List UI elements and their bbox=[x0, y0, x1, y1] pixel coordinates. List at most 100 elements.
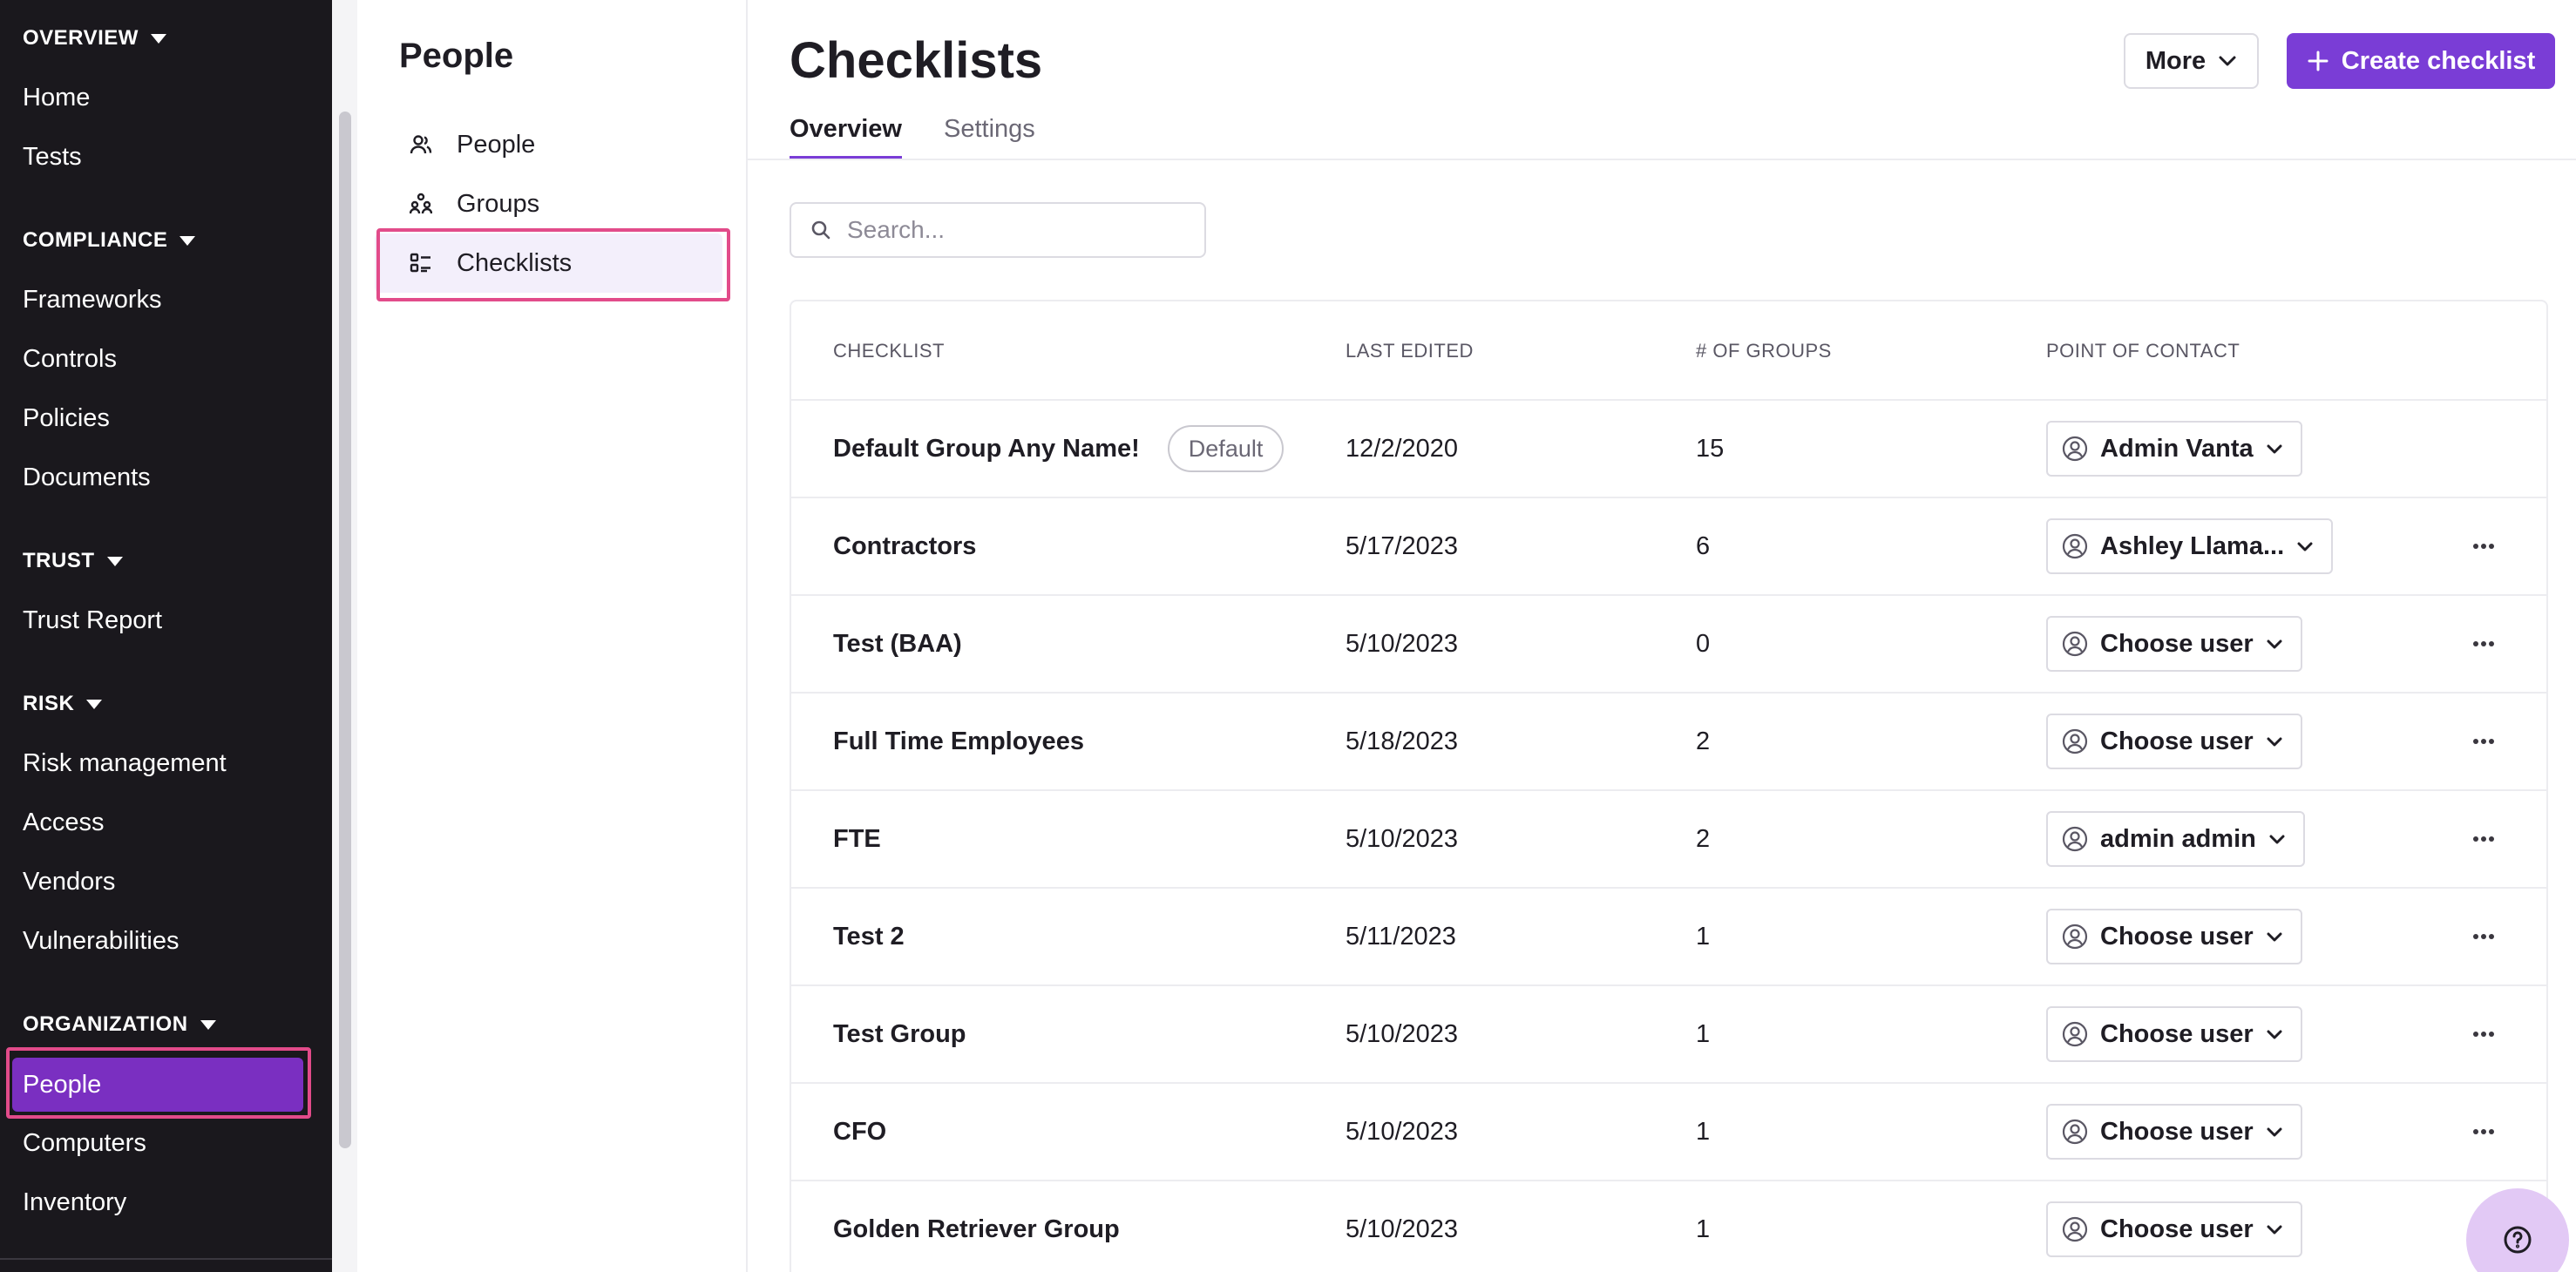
user-avatar-icon bbox=[2062, 631, 2088, 657]
sidebar-item-risk-management[interactable]: Risk management bbox=[23, 746, 227, 781]
group-count-cell: 15 bbox=[1696, 434, 1725, 463]
chevron-down-icon bbox=[2267, 1225, 2282, 1235]
group-count-cell: 1 bbox=[1696, 1214, 1711, 1243]
sidebar-item-access[interactable]: Access bbox=[23, 805, 104, 840]
table-row[interactable]: Full Time Employees 5/18/2023 2 Choose us… bbox=[791, 694, 2546, 791]
checklist-icon bbox=[408, 250, 434, 276]
search-field[interactable]: Search... bbox=[790, 202, 1206, 258]
checklist-name-cell[interactable]: Default Group Any Name! Default bbox=[833, 401, 1285, 497]
sidebar-item-inventory[interactable]: Inventory bbox=[23, 1185, 126, 1220]
point-of-contact-select[interactable]: Admin Vanta bbox=[2046, 421, 2302, 477]
point-of-contact-value: Choose user bbox=[2100, 727, 2254, 755]
subnav-item-checklists[interactable]: Checklists bbox=[375, 233, 722, 293]
table-row[interactable]: Default Group Any Name! Default 12/2/2020 … bbox=[791, 401, 2546, 498]
plus-icon bbox=[2308, 51, 2329, 71]
default-badge: Default bbox=[1167, 425, 1285, 472]
table-row[interactable]: Test Group 5/10/2023 1 Choose user bbox=[791, 986, 2546, 1084]
table-row[interactable]: Test 2 5/11/2023 1 Choose user bbox=[791, 889, 2546, 986]
sidebar-item-vulnerabilities[interactable]: Vulnerabilities bbox=[23, 924, 179, 958]
sidebar-section-overview[interactable]: OVERVIEW bbox=[23, 26, 166, 51]
sidebar-item-trust-report[interactable]: Trust Report bbox=[23, 603, 162, 638]
row-more-options-icon[interactable] bbox=[2457, 498, 2510, 594]
point-of-contact-select[interactable]: Choose user bbox=[2046, 909, 2302, 964]
table-row[interactable]: FTE 5/10/2023 2 admin admin bbox=[791, 791, 2546, 889]
sidebar-item-controls[interactable]: Controls bbox=[23, 342, 117, 376]
point-of-contact-select[interactable]: Choose user bbox=[2046, 1006, 2302, 1062]
sidebar-item-policies[interactable]: Policies bbox=[23, 401, 110, 436]
table-row[interactable]: CFO 5/10/2023 1 Choose user bbox=[791, 1084, 2546, 1181]
group-count-cell: 0 bbox=[1696, 629, 1711, 658]
row-more-options-icon[interactable] bbox=[2457, 986, 2510, 1082]
more-button[interactable]: More bbox=[2124, 33, 2259, 89]
point-of-contact-value: Choose user bbox=[2100, 1117, 2254, 1146]
sidebar-section-trust[interactable]: TRUST bbox=[23, 549, 123, 573]
checklist-name-cell[interactable]: Test (BAA) bbox=[833, 596, 962, 692]
last-edited-cell: 5/10/2023 bbox=[1346, 824, 1459, 853]
table-body: Default Group Any Name! Default 12/2/2020 … bbox=[791, 401, 2546, 1272]
sidebar-item-people[interactable]: People bbox=[12, 1058, 303, 1112]
subnav-title: People bbox=[399, 37, 514, 75]
table-row[interactable]: Test (BAA) 5/10/2023 0 Choose user bbox=[791, 596, 2546, 694]
sidebar-section-compliance[interactable]: COMPLIANCE bbox=[23, 228, 196, 253]
row-more-options-icon[interactable] bbox=[2457, 694, 2510, 789]
column-header-checklist[interactable]: CHECKLIST bbox=[833, 340, 945, 362]
user-avatar-icon bbox=[2062, 1216, 2088, 1242]
sidebar-item-tests[interactable]: Tests bbox=[23, 139, 82, 174]
search-icon bbox=[811, 220, 830, 240]
checklist-name-cell[interactable]: Test Group bbox=[833, 986, 966, 1082]
checklist-name-cell[interactable]: Golden Retriever Group bbox=[833, 1181, 1120, 1272]
sidebar-section-label: COMPLIANCE bbox=[23, 228, 168, 252]
sidebar-item-documents[interactable]: Documents bbox=[23, 460, 151, 495]
row-more-options-icon[interactable] bbox=[2457, 791, 2510, 887]
row-more-options-icon[interactable] bbox=[2457, 1084, 2510, 1180]
checklist-name-cell[interactable]: Test 2 bbox=[833, 889, 905, 984]
group-count-cell: 1 bbox=[1696, 922, 1711, 951]
checklist-name: CFO bbox=[833, 1117, 887, 1146]
sidebar-section-label: RISK bbox=[23, 692, 75, 715]
point-of-contact-select[interactable]: Ashley Llama... bbox=[2046, 518, 2334, 574]
point-of-contact-select[interactable]: Choose user bbox=[2046, 616, 2302, 672]
column-header-last-edited[interactable]: LAST EDITED bbox=[1346, 340, 1474, 362]
row-more-options-icon[interactable] bbox=[2457, 596, 2510, 692]
sidebar-item-home[interactable]: Home bbox=[23, 80, 90, 115]
sidebar-section-risk[interactable]: RISK bbox=[23, 692, 103, 716]
tab-overview[interactable]: Overview bbox=[790, 115, 902, 159]
subnav-item-groups[interactable]: Groups bbox=[375, 174, 722, 233]
column-header-point-of-contact[interactable]: POINT OF CONTACT bbox=[2046, 340, 2240, 362]
point-of-contact-select[interactable]: Choose user bbox=[2046, 1201, 2302, 1257]
user-avatar-icon bbox=[2062, 1119, 2088, 1145]
row-more-options-icon[interactable] bbox=[2457, 889, 2510, 984]
group-count-cell: 2 bbox=[1696, 824, 1711, 853]
point-of-contact-select[interactable]: Choose user bbox=[2046, 714, 2302, 769]
sidebar-divider bbox=[0, 1258, 332, 1260]
checklist-name-cell[interactable]: Contractors bbox=[833, 498, 976, 594]
checklist-name: Default Group Any Name! bbox=[833, 434, 1140, 463]
sidebar-section-organization[interactable]: ORGANIZATION bbox=[23, 1012, 216, 1037]
user-avatar-icon bbox=[2062, 728, 2088, 754]
point-of-contact-cell: admin admin bbox=[2046, 791, 2305, 887]
checklist-name-cell[interactable]: Full Time Employees bbox=[833, 694, 1084, 789]
column-header-groups[interactable]: # OF GROUPS bbox=[1696, 340, 1832, 362]
subnav-item-people[interactable]: People bbox=[375, 115, 722, 174]
table-row[interactable]: Contractors 5/17/2023 6 Ashley Llama... bbox=[791, 498, 2546, 596]
checklist-name-cell[interactable]: FTE bbox=[833, 791, 881, 887]
create-checklist-button[interactable]: Create checklist bbox=[2287, 33, 2555, 89]
checklist-name: Test Group bbox=[833, 1019, 966, 1048]
sidebar-item-vendors[interactable]: Vendors bbox=[23, 864, 115, 899]
tab-settings[interactable]: Settings bbox=[944, 115, 1035, 159]
checklist-name-cell[interactable]: CFO bbox=[833, 1084, 886, 1180]
chevron-down-icon bbox=[2267, 1030, 2282, 1039]
chevron-down-icon bbox=[2267, 639, 2282, 649]
sidebar-item-computers[interactable]: Computers bbox=[23, 1126, 146, 1160]
sidebar-item-frameworks[interactable]: Frameworks bbox=[23, 282, 162, 317]
caret-down-icon bbox=[106, 556, 123, 566]
caret-down-icon bbox=[86, 699, 103, 709]
caret-down-icon bbox=[150, 33, 166, 44]
point-of-contact-select[interactable]: Choose user bbox=[2046, 1104, 2302, 1160]
point-of-contact-select[interactable]: admin admin bbox=[2046, 811, 2305, 867]
chevron-down-icon bbox=[2267, 932, 2282, 942]
sidebar-scrollbar-thumb[interactable] bbox=[339, 112, 351, 1148]
chevron-down-icon bbox=[2219, 56, 2236, 66]
table-row[interactable]: Golden Retriever Group 5/10/2023 1 Choose… bbox=[791, 1181, 2546, 1272]
point-of-contact-value: Choose user bbox=[2100, 1019, 2254, 1048]
